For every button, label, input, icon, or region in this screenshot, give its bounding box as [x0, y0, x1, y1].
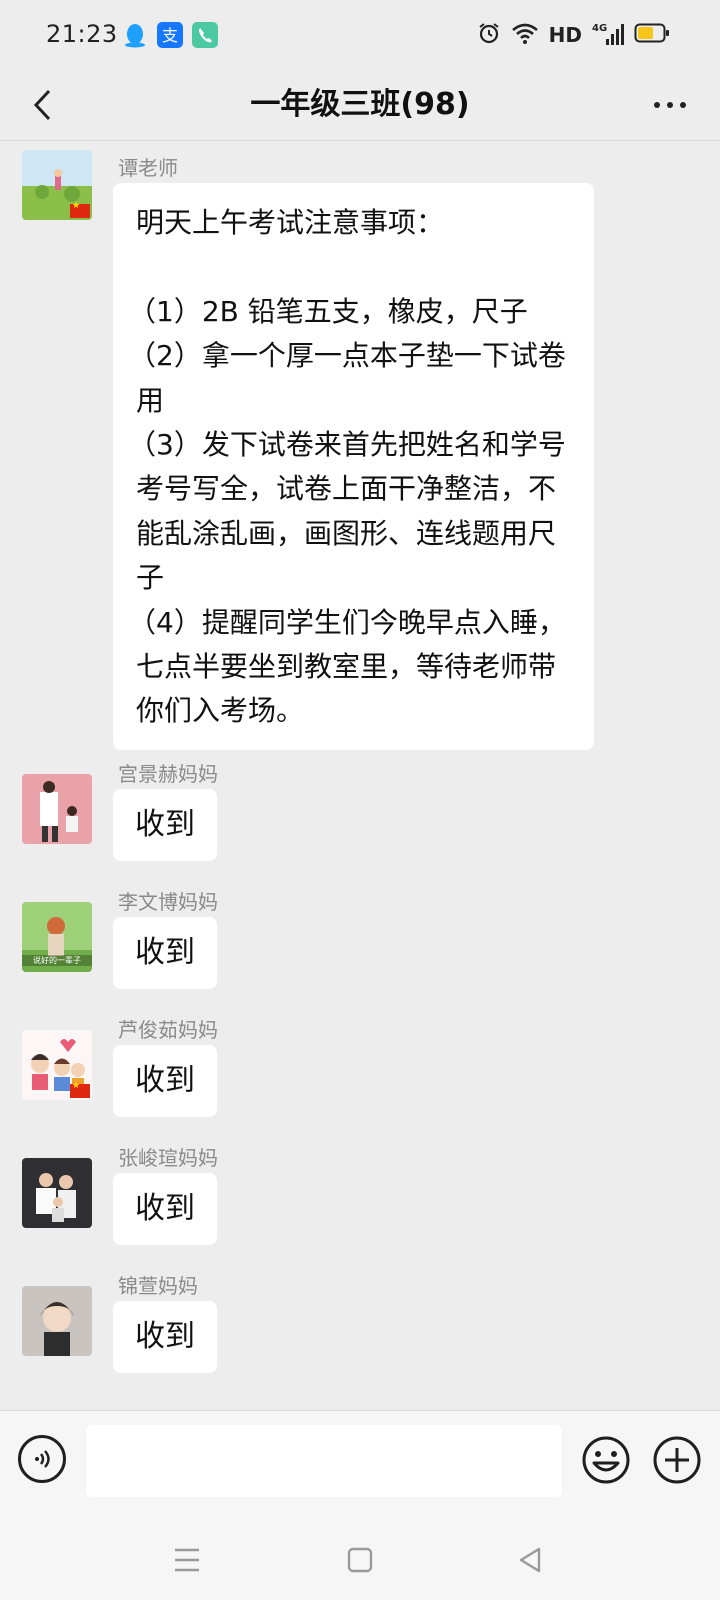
- message-line: 你们入考场。: [136, 694, 305, 728]
- avatar[interactable]: [22, 1030, 92, 1100]
- sender-name: 宫景赫妈妈: [118, 762, 218, 786]
- message-line: 能乱涂乱画，画图形、连线题用尺: [136, 516, 557, 550]
- avatar[interactable]: 说好的一辈子: [22, 902, 92, 972]
- avatar-caption: 说好的一辈子: [22, 955, 92, 966]
- avatar[interactable]: [22, 150, 92, 220]
- message-line: 子: [136, 561, 165, 595]
- sender-name: 芦俊茹妈妈: [118, 1018, 218, 1042]
- message-bubble[interactable]: 明天上午考试注意事项： （1）2B 铅笔五支，橡皮，尺子 （2）拿一个厚一点本子…: [113, 183, 594, 750]
- status-time: 21:23: [46, 20, 118, 48]
- avatar[interactable]: [22, 1158, 92, 1228]
- hd-label: HD: [548, 23, 582, 47]
- chat-title: 一年级三班(98): [250, 87, 470, 122]
- message-line: 考号写全，试卷上面干净整洁，不: [136, 472, 557, 506]
- avatar[interactable]: [22, 1286, 92, 1356]
- triangle-back-icon: [519, 1547, 541, 1573]
- message-line: [136, 245, 572, 289]
- wifi-icon: [511, 21, 539, 49]
- message-line: （2）拿一个厚一点本子垫一下试卷: [128, 339, 566, 373]
- plus-circle-icon: [653, 1436, 701, 1484]
- message-line: （4）提醒同学生们今晚早点入睡，: [128, 605, 566, 639]
- chat-header: 一年级三班(98): [0, 70, 720, 141]
- emoji-button[interactable]: [581, 1435, 631, 1485]
- message-input[interactable]: [86, 1425, 562, 1497]
- message-bubble[interactable]: 收到: [113, 917, 217, 989]
- china-flag-badge: [70, 201, 90, 218]
- system-back-button[interactable]: [510, 1540, 550, 1580]
- more-options-button[interactable]: [640, 80, 700, 130]
- square-icon: [347, 1547, 373, 1573]
- system-nav-bar: [0, 1520, 720, 1600]
- more-functions-button[interactable]: [652, 1435, 702, 1485]
- qq-penguin-icon: [122, 22, 148, 48]
- status-bar: 21:23 支 HD 4G: [0, 0, 720, 70]
- home-button[interactable]: [340, 1540, 380, 1580]
- input-bar: [0, 1410, 720, 1521]
- message-line: 明天上午考试注意事项：: [136, 206, 445, 239]
- recent-apps-button[interactable]: [167, 1540, 207, 1580]
- message-bubble[interactable]: 收到: [113, 1045, 217, 1117]
- message-bubble[interactable]: 收到: [113, 1173, 217, 1245]
- cellular-signal-icon: 4G: [592, 23, 624, 47]
- message-line: （1）2B 铅笔五支，橡皮，尺子: [128, 294, 528, 328]
- status-indicators: HD 4G: [477, 20, 670, 50]
- china-flag-badge: [70, 1081, 90, 1098]
- alarm-icon: [477, 21, 501, 49]
- voice-input-button[interactable]: [18, 1435, 66, 1483]
- more-dots-icon: [654, 102, 686, 108]
- message-bubble[interactable]: 收到: [113, 1301, 217, 1373]
- message-bubble[interactable]: 收到: [113, 789, 217, 861]
- alipay-icon: 支: [157, 22, 183, 48]
- sender-name: 张峻瑄妈妈: [118, 1146, 218, 1170]
- menu-lines-icon: [175, 1548, 199, 1572]
- battery-icon: [634, 22, 670, 48]
- message-line: （3）发下试卷来首先把姓名和学号: [128, 427, 566, 461]
- phone-icon: [192, 22, 218, 48]
- message-line: 用: [136, 383, 165, 417]
- sender-name: 锦萱妈妈: [118, 1274, 198, 1298]
- voice-wave-icon: [35, 1450, 50, 1468]
- sender-name: 李文博妈妈: [118, 890, 218, 914]
- message-line: 七点半要坐到教室里，等待老师带: [136, 649, 557, 683]
- svg-text:支: 支: [162, 26, 178, 45]
- avatar[interactable]: [22, 774, 92, 844]
- smiley-icon: [582, 1436, 630, 1484]
- sender-name: 谭老师: [118, 156, 178, 180]
